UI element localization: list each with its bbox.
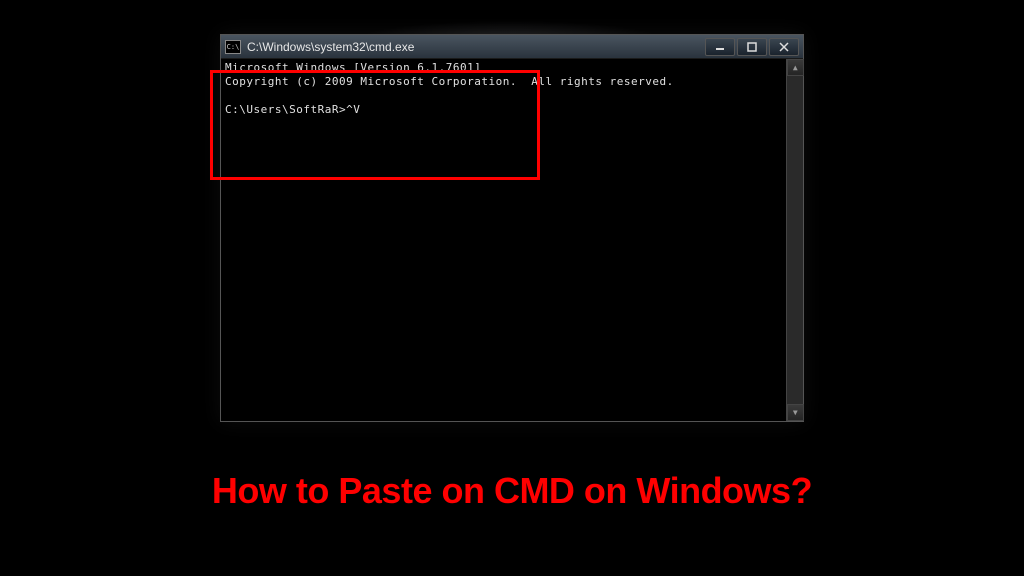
scroll-up-button[interactable]: ▲	[787, 59, 804, 76]
close-icon	[779, 42, 789, 52]
chevron-up-icon: ▲	[793, 63, 798, 72]
caption-text: How to Paste on CMD on Windows?	[0, 470, 1024, 512]
cmd-icon: C:\	[225, 40, 241, 54]
titlebar[interactable]: C:\ C:\Windows\system32\cmd.exe	[221, 35, 803, 59]
chevron-down-icon: ▼	[793, 408, 798, 417]
window-title: C:\Windows\system32\cmd.exe	[247, 40, 705, 54]
maximize-icon	[747, 42, 757, 52]
minimize-button[interactable]	[705, 38, 735, 56]
terminal-prompt: C:\Users\SoftRaR>^V	[225, 103, 799, 117]
minimize-icon	[715, 42, 725, 52]
scroll-down-button[interactable]: ▼	[787, 404, 804, 421]
cmd-window: C:\ C:\Windows\system32\cmd.exe Microsof…	[220, 34, 804, 422]
terminal-line-version: Microsoft Windows [Version 6.1.7601]	[225, 61, 799, 75]
terminal-line-copyright: Copyright (c) 2009 Microsoft Corporation…	[225, 75, 799, 89]
close-button[interactable]	[769, 38, 799, 56]
maximize-button[interactable]	[737, 38, 767, 56]
window-controls	[705, 38, 799, 56]
scrollbar[interactable]: ▲ ▼	[786, 59, 803, 421]
terminal-body[interactable]: Microsoft Windows [Version 6.1.7601] Cop…	[221, 59, 803, 421]
